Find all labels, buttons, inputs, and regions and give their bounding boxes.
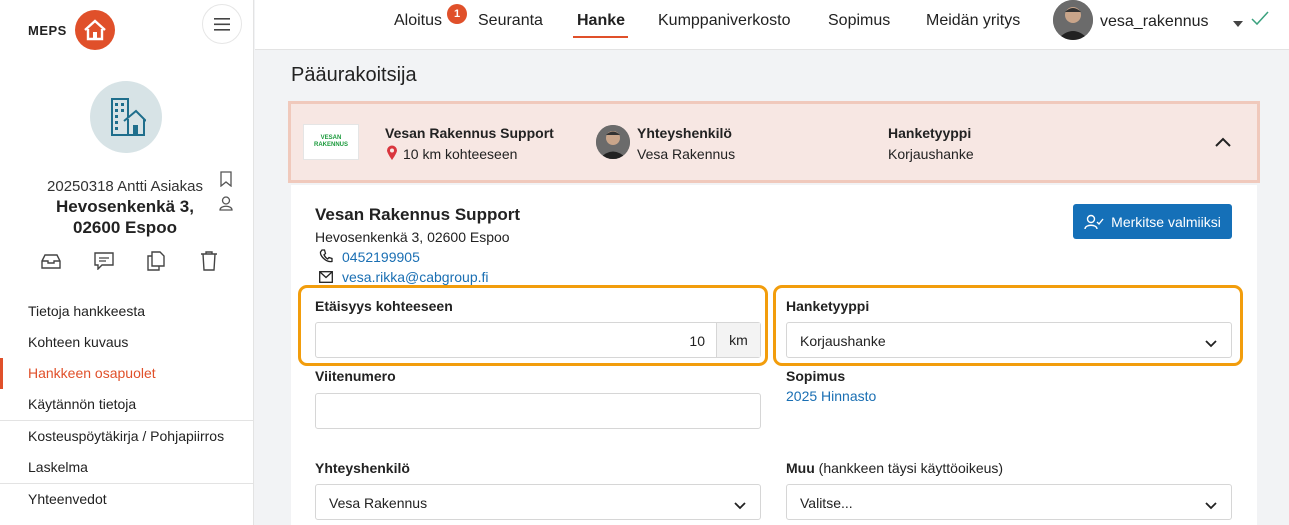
email-link[interactable]: vesa.rikka@cabgroup.fi (342, 269, 489, 285)
active-tab-indicator (573, 36, 628, 38)
other-select[interactable]: Valitse... (786, 484, 1232, 520)
other-label-text: Muu (786, 460, 815, 476)
phone-icon (319, 249, 333, 266)
copy-icon[interactable] (145, 250, 167, 272)
contact-avatar (596, 125, 630, 159)
project-address: Hevosenkenkä 3, 02600 Espoo (20, 196, 230, 238)
project-type-label: Hanketyyppi (888, 125, 972, 141)
contact-person-selected: Vesa Rakennus (329, 495, 428, 511)
bookmark-icon[interactable] (220, 171, 232, 190)
project-address-line1: Hevosenkenkä 3, (56, 197, 194, 216)
partner-distance: 10 km kohteeseen (403, 146, 518, 162)
comment-icon[interactable] (93, 250, 115, 272)
logo-text: MEPS (28, 22, 67, 38)
project-actions (40, 250, 220, 272)
person-icon[interactable] (219, 196, 233, 214)
phone-link[interactable]: 0452199905 (342, 249, 420, 265)
check-icon[interactable] (1250, 10, 1270, 29)
other-selected: Valitse... (800, 495, 853, 511)
contact-person-select[interactable]: Vesa Rakennus (315, 484, 761, 520)
chevron-down-icon (1205, 335, 1217, 351)
sidebar-item-laskelma[interactable]: Laskelma (0, 452, 253, 483)
contact-name: Vesa Rakennus (637, 146, 736, 162)
project-type-field-label: Hanketyyppi (786, 298, 870, 314)
contact-person-label: Yhteyshenkilö (315, 460, 410, 476)
page-title: Pääurakoitsija (291, 64, 417, 86)
chevron-down-icon[interactable] (1233, 14, 1243, 30)
sidebar-item-yhteenvedot[interactable]: Yhteenvedot (0, 484, 253, 515)
sidebar-item-kohteen-kuvaus[interactable]: Kohteen kuvaus (0, 327, 253, 358)
sidebar-item-kosteuspoytakirja[interactable]: Kosteuspöytäkirja / Pohjapiirros (0, 421, 253, 452)
project-type-value: Korjaushanke (888, 146, 974, 162)
hamburger-icon (214, 17, 230, 31)
user-check-icon (1084, 214, 1104, 229)
distance-label: Etäisyys kohteeseen (315, 298, 453, 314)
trash-icon[interactable] (198, 250, 220, 272)
mail-icon (319, 270, 333, 286)
tab-aloitus[interactable]: Aloitus (394, 12, 442, 30)
distance-unit: km (716, 323, 760, 357)
distance-input[interactable]: 10 km (315, 322, 761, 358)
username[interactable]: vesa_rakennus (1100, 13, 1209, 31)
tab-kumppaniverkosto[interactable]: Kumppaniverkosto (658, 12, 791, 30)
contract-link[interactable]: 2025 Hinnasto (786, 388, 876, 404)
house-logo-icon (74, 10, 115, 50)
chevron-up-icon[interactable] (1215, 134, 1231, 150)
tab-seuranta[interactable]: Seuranta (478, 12, 543, 30)
user-avatar[interactable] (1053, 0, 1093, 40)
detail-address: Hevosenkenkä 3, 02600 Espoo (315, 229, 510, 245)
hamburger-menu-button[interactable] (202, 4, 242, 44)
sidebar-item-hankkeen-osapuolet[interactable]: Hankkeen osapuolet (0, 358, 253, 389)
sidebar-item-tietoja-hankkeesta[interactable]: Tietoja hankkeesta (0, 296, 253, 327)
detail-company-name: Vesan Rakennus Support (315, 205, 520, 224)
app-logo[interactable]: MEPS (28, 10, 115, 50)
distance-value: 10 (689, 333, 705, 349)
tab-hanke[interactable]: Hanke (577, 12, 625, 30)
building-icon (111, 98, 146, 136)
top-navigation: Aloitus 1 Seuranta Hanke Kumppaniverkost… (255, 0, 1289, 50)
contact-label: Yhteyshenkilö (637, 125, 732, 141)
project-id: 20250318 Antti Asiakas (47, 178, 203, 195)
reference-label: Viitenumero (315, 368, 396, 384)
location-pin-icon (386, 145, 398, 164)
partner-logo-text: VESAN RAKENNUS (313, 135, 348, 148)
partner-name: Vesan Rakennus Support (385, 125, 554, 141)
mark-done-label: Merkitse valmiiksi (1111, 213, 1221, 230)
tab-sopimus[interactable]: Sopimus (828, 12, 890, 30)
sidebar-nav: Tietoja hankkeesta Kohteen kuvaus Hankke… (0, 296, 253, 515)
archive-icon[interactable] (40, 250, 62, 272)
other-label: Muu (hankkeen täysi käyttöoikeus) (786, 460, 1003, 476)
reference-input[interactable] (315, 393, 761, 429)
sidebar-item-kaytannon-tietoja[interactable]: Käytännön tietoja (0, 389, 253, 420)
project-type-select[interactable]: Korjaushanke (786, 322, 1232, 358)
other-label-note: (hankkeen täysi käyttöoikeus) (818, 460, 1004, 476)
building-avatar (90, 81, 162, 153)
chevron-down-icon (734, 497, 746, 513)
tab-meidan-yritys[interactable]: Meidän yritys (926, 12, 1020, 30)
contract-label: Sopimus (786, 368, 846, 384)
partner-logo: VESAN RAKENNUS (303, 124, 359, 160)
partner-summary-row[interactable]: VESAN RAKENNUS Vesan Rakennus Support 10… (288, 101, 1260, 183)
project-type-selected: Korjaushanke (800, 333, 886, 349)
chevron-down-icon (1205, 497, 1217, 513)
sidebar: MEPS 20250318 Antti Asiakas Hevosenkenkä… (0, 0, 254, 525)
mark-done-button[interactable]: Merkitse valmiiksi (1073, 204, 1232, 239)
project-address-line2: 02600 Espoo (73, 218, 177, 237)
notification-badge: 1 (447, 4, 467, 24)
